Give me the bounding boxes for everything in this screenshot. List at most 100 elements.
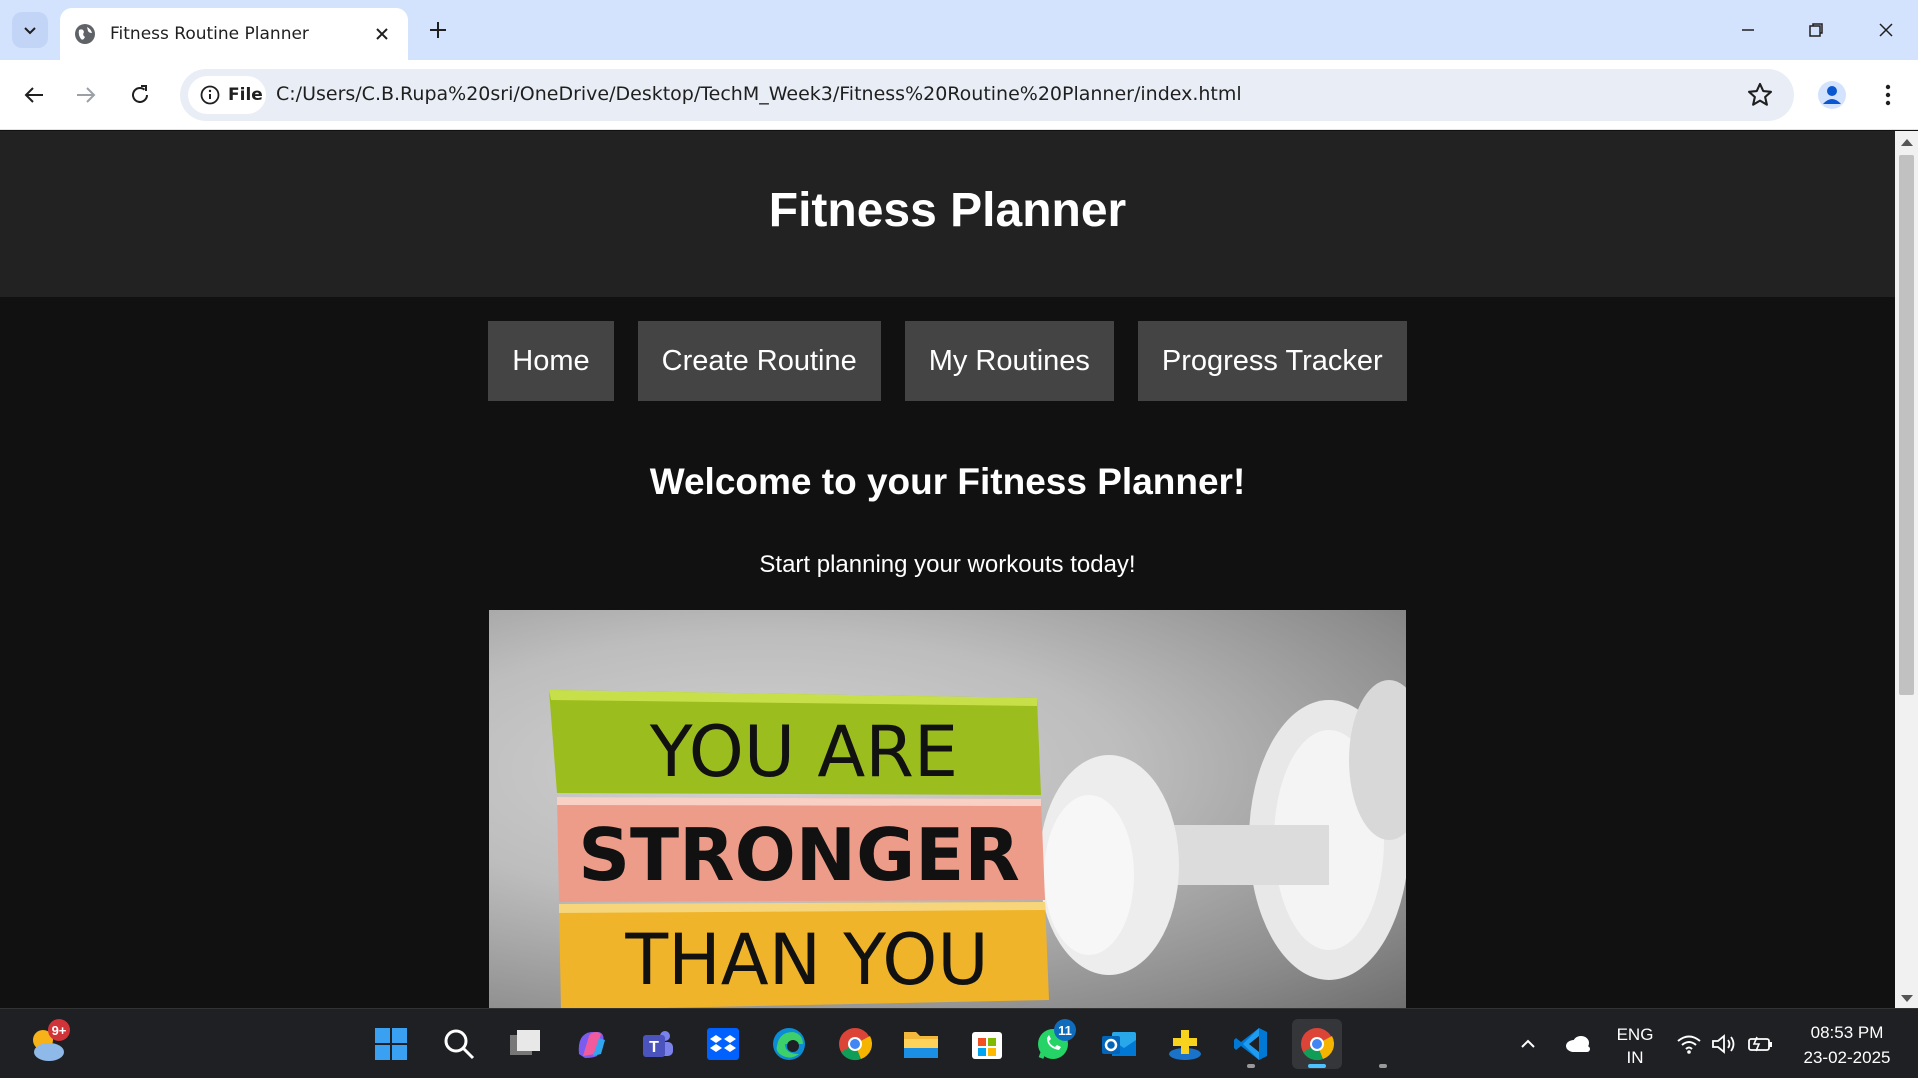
chrome-app-active[interactable] bbox=[1292, 1019, 1342, 1069]
taskbar-hidden-app[interactable] bbox=[1358, 1019, 1408, 1069]
hero-illustration: YOU ARE STRONGER THAN YOU bbox=[549, 680, 1406, 1008]
tab-search-button[interactable] bbox=[12, 12, 48, 48]
health-app[interactable] bbox=[1160, 1019, 1210, 1069]
profile-button[interactable] bbox=[1812, 75, 1852, 115]
chrome-active-indicator bbox=[1308, 1064, 1326, 1068]
language-indicator[interactable]: ENG IN bbox=[1610, 1025, 1660, 1068]
reload-button[interactable] bbox=[120, 75, 160, 115]
nav-create-routine-link[interactable]: Create Routine bbox=[637, 321, 881, 401]
chrome-icon bbox=[839, 1028, 873, 1061]
globe-icon bbox=[75, 24, 95, 44]
restore-icon bbox=[1809, 23, 1823, 37]
reload-icon bbox=[132, 85, 148, 103]
outlook-icon bbox=[1102, 1032, 1136, 1056]
hero-line-1: YOU ARE bbox=[649, 711, 958, 793]
search-button[interactable] bbox=[434, 1019, 484, 1069]
scroll-up-arrow-icon[interactable] bbox=[1901, 139, 1913, 146]
store-icon bbox=[972, 1032, 1002, 1059]
whatsapp-app[interactable]: 11 bbox=[1028, 1019, 1078, 1069]
file-explorer-app[interactable] bbox=[896, 1019, 946, 1069]
site-title: Fitness Planner bbox=[768, 183, 1127, 237]
browser-menu-button[interactable] bbox=[1868, 75, 1908, 115]
hero-line-3: THAN YOU bbox=[624, 919, 988, 1001]
url-text[interactable]: C:/Users/C.B.Rupa%20sri/OneDrive/Desktop… bbox=[276, 83, 1242, 105]
nav-my-routines-link[interactable]: My Routines bbox=[904, 321, 1114, 401]
svg-text:T: T bbox=[649, 1039, 659, 1056]
whatsapp-badge: 11 bbox=[1054, 1019, 1076, 1041]
search-icon bbox=[444, 1029, 475, 1060]
vscode-app[interactable] bbox=[1226, 1019, 1276, 1069]
arrow-left-icon bbox=[24, 87, 43, 103]
hero-line-2: STRONGER bbox=[578, 813, 1020, 897]
quick-settings-button[interactable] bbox=[1670, 1019, 1780, 1069]
chrome-profile-app[interactable] bbox=[830, 1019, 880, 1069]
task-view-icon bbox=[510, 1030, 540, 1055]
site-header: Fitness Planner bbox=[0, 131, 1895, 297]
microsoft-store-app[interactable] bbox=[962, 1019, 1012, 1069]
cloud-icon bbox=[1566, 1036, 1590, 1052]
folder-icon bbox=[904, 1032, 938, 1058]
browser-toolbar: File C:/Users/C.B.Rupa%20sri/OneDrive/De… bbox=[0, 60, 1918, 130]
onedrive-tray[interactable] bbox=[1554, 1019, 1602, 1069]
windows-taskbar: 9+ T 11 ENG IN 08:53 PM 23-02-2025 bbox=[0, 1008, 1918, 1078]
vscode-icon bbox=[1234, 1028, 1267, 1060]
windows-logo-icon bbox=[375, 1028, 407, 1060]
edge-icon bbox=[773, 1028, 805, 1060]
clock-time: 08:53 PM bbox=[1810, 1023, 1884, 1042]
nav-progress-tracker-link[interactable]: Progress Tracker bbox=[1137, 321, 1407, 401]
teams-icon: T bbox=[643, 1031, 673, 1057]
browser-tab-active[interactable]: Fitness Routine Planner bbox=[60, 8, 408, 60]
minimize-button[interactable] bbox=[1726, 10, 1770, 50]
back-button[interactable] bbox=[14, 75, 54, 115]
book-stack: YOU ARE STRONGER THAN YOU bbox=[549, 690, 1049, 1008]
profile-avatar-icon bbox=[1818, 81, 1846, 109]
dropbox-icon bbox=[707, 1028, 739, 1060]
outlook-app[interactable] bbox=[1094, 1019, 1144, 1069]
copilot-app[interactable] bbox=[566, 1019, 616, 1069]
file-chip-label: File bbox=[228, 85, 263, 105]
chevron-down-icon bbox=[24, 27, 36, 35]
teams-app[interactable]: T bbox=[632, 1019, 682, 1069]
dropbox-app[interactable] bbox=[698, 1019, 748, 1069]
chrome-icon bbox=[1301, 1028, 1335, 1061]
hidden-app-indicator bbox=[1379, 1064, 1387, 1068]
close-window-button[interactable] bbox=[1864, 10, 1908, 50]
clock-date: 23-02-2025 bbox=[1803, 1048, 1891, 1067]
wifi-icon bbox=[1677, 1035, 1701, 1054]
close-icon bbox=[1879, 23, 1893, 37]
scroll-down-arrow-icon[interactable] bbox=[1901, 995, 1913, 1002]
weather-widget[interactable]: 9+ bbox=[22, 1019, 72, 1069]
start-button[interactable] bbox=[366, 1019, 416, 1069]
scrollbar-thumb[interactable] bbox=[1899, 155, 1914, 695]
browser-tab-bar: Fitness Routine Planner bbox=[0, 0, 1918, 60]
welcome-heading: Welcome to your Fitness Planner! bbox=[649, 461, 1246, 502]
plus-icon bbox=[430, 22, 446, 38]
tagline: Start planning your workouts today! bbox=[759, 551, 1136, 578]
language-code: ENG bbox=[1616, 1025, 1654, 1044]
task-view-button[interactable] bbox=[500, 1019, 550, 1069]
show-hidden-icons-button[interactable] bbox=[1504, 1019, 1552, 1069]
new-tab-button[interactable] bbox=[422, 14, 454, 46]
volume-icon bbox=[1712, 1034, 1735, 1054]
edge-app[interactable] bbox=[764, 1019, 814, 1069]
copilot-icon bbox=[578, 1032, 605, 1058]
site-nav: Home Create Routine My Routines Progress… bbox=[0, 321, 1895, 401]
region-code: IN bbox=[1626, 1048, 1644, 1067]
kebab-menu-icon bbox=[1885, 84, 1891, 106]
close-tab-icon[interactable] bbox=[370, 22, 394, 46]
tab-title: Fitness Routine Planner bbox=[110, 24, 309, 44]
weather-badge: 9+ bbox=[48, 1019, 70, 1041]
page-scrollbar[interactable] bbox=[1895, 131, 1918, 1008]
clock[interactable]: 08:53 PM 23-02-2025 bbox=[1792, 1023, 1902, 1068]
page-viewport: Fitness Planner Home Create Routine My R… bbox=[0, 131, 1895, 1008]
health-plus-icon bbox=[1169, 1030, 1201, 1060]
forward-button[interactable] bbox=[66, 75, 106, 115]
bookmark-star-icon[interactable] bbox=[1746, 81, 1774, 109]
site-info-chip[interactable]: File bbox=[188, 76, 266, 114]
minimize-icon bbox=[1742, 29, 1754, 31]
restore-button[interactable] bbox=[1794, 10, 1838, 50]
nav-home-link[interactable]: Home bbox=[488, 321, 614, 401]
arrow-right-icon bbox=[77, 87, 96, 103]
address-bar[interactable]: File C:/Users/C.B.Rupa%20sri/OneDrive/De… bbox=[180, 69, 1794, 121]
vscode-running-indicator bbox=[1247, 1064, 1255, 1068]
